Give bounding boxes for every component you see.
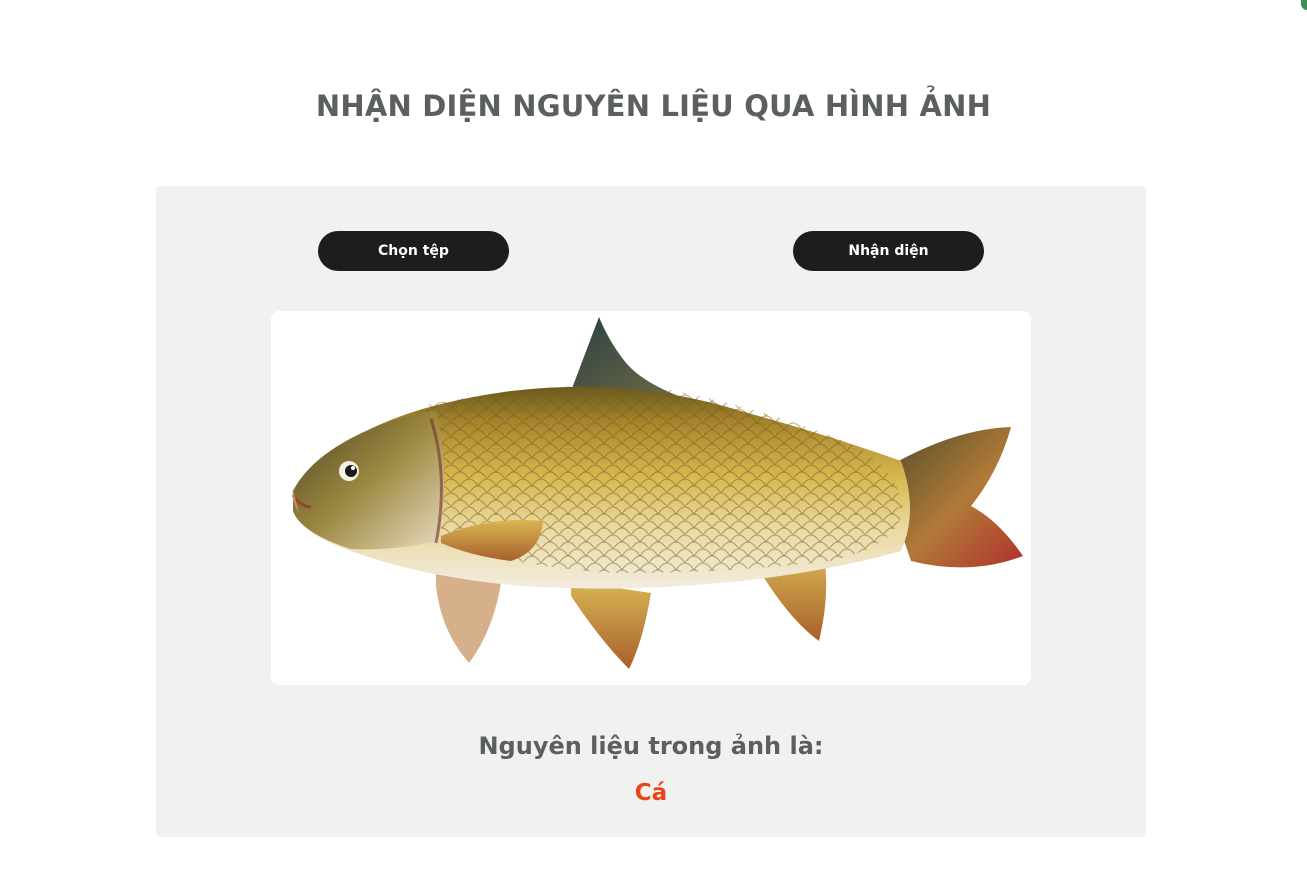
result-label: Nguyên liệu trong ảnh là: — [478, 732, 824, 760]
page: NHẬN DIỆN NGUYÊN LIỆU QUA HÌNH ẢNH Chọn … — [0, 0, 1307, 871]
result-value: Cá — [634, 780, 668, 806]
recognition-panel: Chọn tệp Nhận diện Nguyên liệu trong ảnh… — [156, 186, 1146, 837]
page-title: NHẬN DIỆN NGUYÊN LIỆU QUA HÌNH ẢNH — [315, 89, 992, 124]
corner-decoration — [1301, 0, 1307, 10]
recognize-button[interactable]: Nhận diện — [793, 231, 984, 271]
choose-file-button[interactable]: Chọn tệp — [318, 231, 509, 271]
fish-image — [291, 317, 1023, 669]
image-preview — [271, 311, 1031, 685]
